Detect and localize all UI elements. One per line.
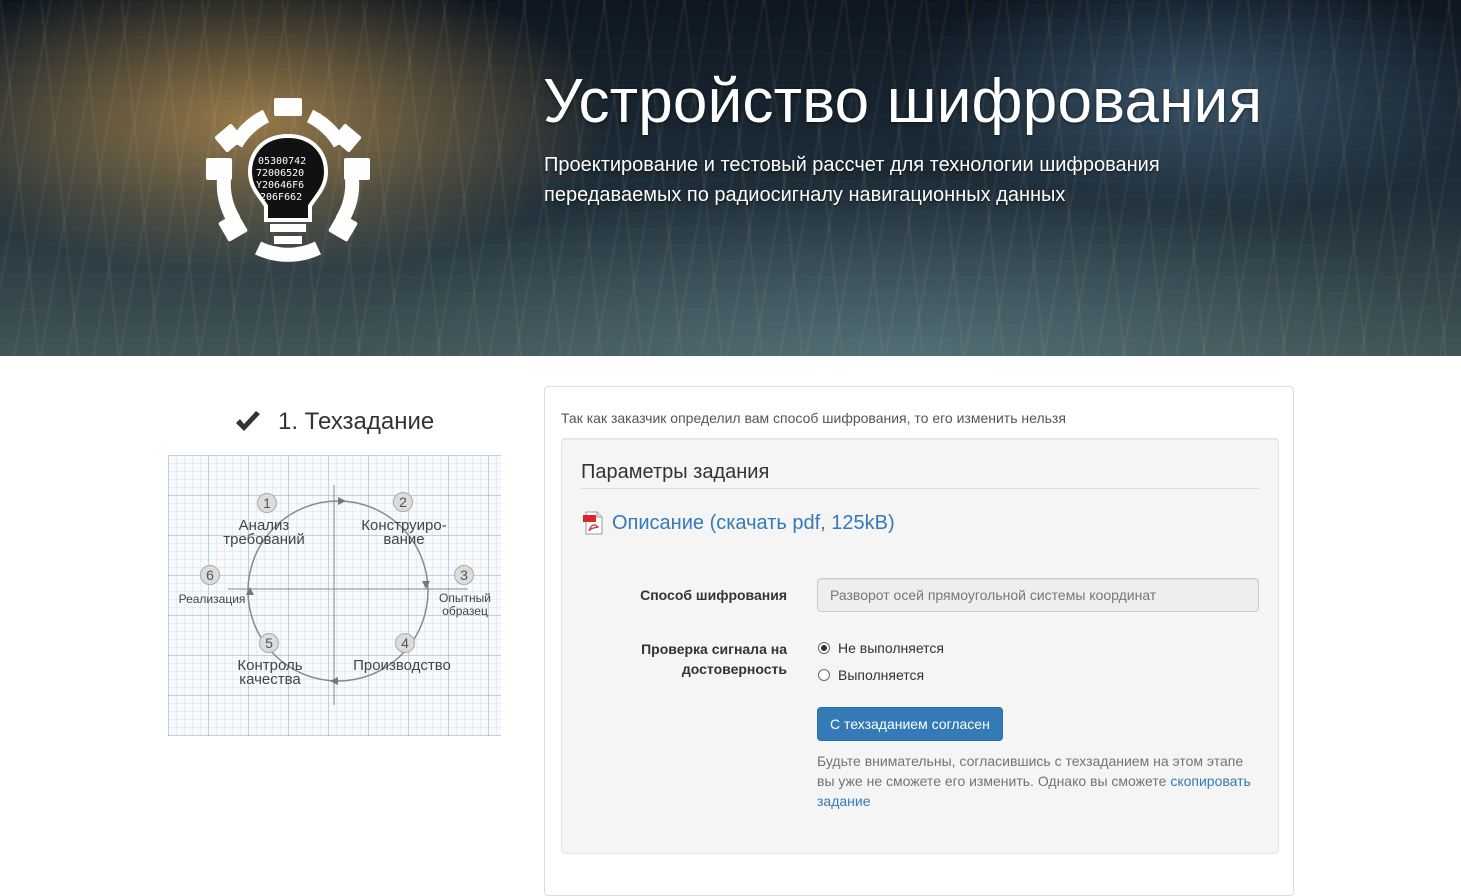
section-divider — [581, 488, 1259, 489]
task-params-well: Параметры задания Описание (скачать pdf,… — [561, 438, 1279, 854]
stage-label: Опытный образец — [439, 591, 491, 618]
radio-button-selected[interactable] — [818, 642, 830, 654]
step-title: 1. Техзадание — [278, 408, 435, 435]
radio-label: Не выполняется — [838, 640, 944, 656]
stage-label: Реализация — [178, 592, 246, 606]
logo-text-line: 72006520 — [256, 168, 304, 179]
notice-text: Так как заказчик определил вам способ ши… — [561, 410, 1066, 426]
radio-not-performed[interactable]: Не выполняется — [818, 640, 944, 656]
section-title: Параметры задания — [581, 461, 770, 483]
cipher-method-label: Способ шифрования — [640, 587, 787, 603]
pdf-link-label: Описание (скачать pdf, 125kB) — [612, 511, 895, 534]
hero-banner: 05300742 72006520 Y20646F6 206F662 Устро… — [0, 0, 1461, 356]
stage-label: Производство — [353, 657, 451, 674]
signal-verification-label: Проверка сигнала на достоверность — [641, 641, 787, 677]
stage-number: 2 — [393, 492, 413, 512]
lifecycle-diagram: 1 Анализ требований 2 Конструиро-вание 3 … — [168, 455, 501, 736]
stage-number: 4 — [395, 633, 415, 653]
stage-label: Анализ требований — [223, 517, 305, 548]
warning-help-text: Будьте внимательны, согласившись с техза… — [817, 751, 1262, 811]
logo-text-line: 05300742 — [258, 156, 306, 167]
stage-label: Конструиро-вание — [361, 517, 447, 548]
stage-number: 1 — [257, 493, 277, 513]
stage-label: Контроль качества — [237, 657, 303, 688]
check-icon — [236, 411, 260, 431]
task-panel: Так как заказчик определил вам способ ши… — [544, 386, 1294, 896]
step-heading: 1. Техзадание — [234, 404, 434, 440]
page-title: Устройство шифрования — [543, 67, 1263, 136]
agree-button[interactable]: С техзаданием согласен — [817, 707, 1003, 741]
download-pdf-link[interactable]: Описание (скачать pdf, 125kB) — [582, 511, 895, 535]
logo-text-line: 206F662 — [260, 192, 302, 203]
cipher-method-field[interactable] — [817, 578, 1259, 612]
radio-performed[interactable]: Выполняется — [818, 667, 924, 683]
page-subtitle: Проектирование и тестовый рассчет для те… — [544, 154, 1160, 206]
stage-number: 3 — [454, 565, 474, 585]
stage-number: 5 — [259, 633, 279, 653]
radio-button[interactable] — [818, 669, 830, 681]
gear-lightbulb-logo: 05300742 72006520 Y20646F6 206F662 — [206, 98, 370, 262]
stage-number: 6 — [200, 565, 220, 585]
logo-text-line: Y20646F6 — [256, 180, 304, 191]
radio-label: Выполняется — [838, 667, 925, 683]
pdf-file-icon — [583, 511, 603, 535]
